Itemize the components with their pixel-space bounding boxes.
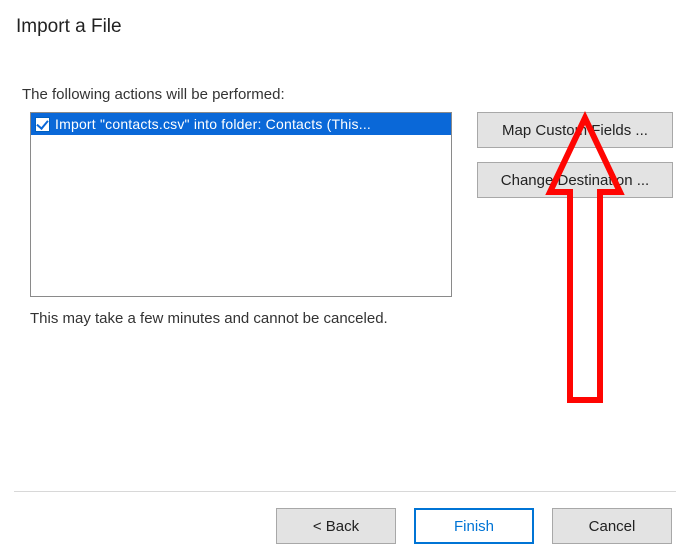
checkbox-icon[interactable] (35, 117, 50, 132)
cancel-button[interactable]: Cancel (552, 508, 672, 544)
footer-separator (14, 491, 676, 492)
duration-note: This may take a few minutes and cannot b… (30, 310, 388, 327)
actions-listbox[interactable]: Import "contacts.csv" into folder: Conta… (30, 112, 452, 297)
map-custom-fields-button[interactable]: Map Custom Fields ... (477, 112, 673, 148)
finish-button[interactable]: Finish (414, 508, 534, 544)
back-button[interactable]: < Back (276, 508, 396, 544)
list-item-label: Import "contacts.csv" into folder: Conta… (55, 116, 371, 132)
side-button-group: Map Custom Fields ... Change Destination… (477, 112, 673, 198)
list-item[interactable]: Import "contacts.csv" into folder: Conta… (31, 113, 451, 135)
dialog-title: Import a File (16, 16, 122, 38)
change-destination-button[interactable]: Change Destination ... (477, 162, 673, 198)
actions-subtitle: The following actions will be performed: (22, 86, 285, 103)
footer-button-group: < Back Finish Cancel (276, 508, 672, 544)
